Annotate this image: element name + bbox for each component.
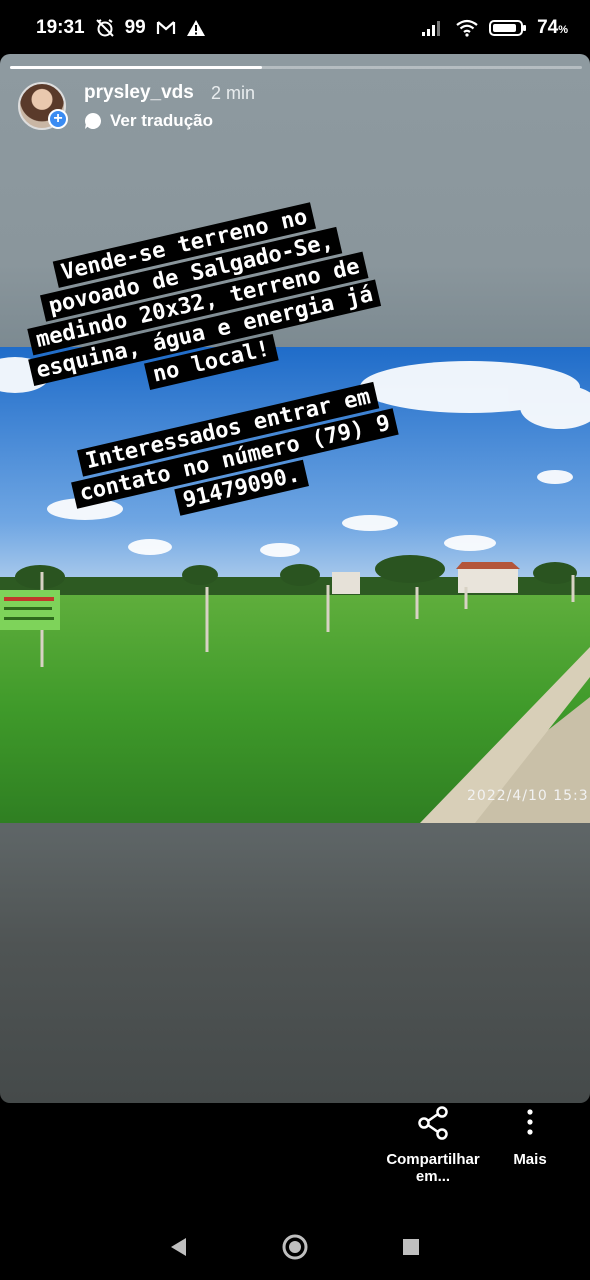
gmail-icon bbox=[156, 21, 175, 34]
back-icon[interactable] bbox=[167, 1235, 191, 1259]
notification-count: 99 bbox=[124, 17, 146, 38]
recents-icon[interactable] bbox=[399, 1235, 423, 1259]
translate-label: Ver tradução bbox=[110, 111, 213, 130]
share-button[interactable]: Compartilhar em... bbox=[378, 1103, 488, 1185]
post-time: 2 min bbox=[211, 83, 256, 103]
story-progress-bar bbox=[10, 66, 582, 69]
alarm-off-icon bbox=[95, 19, 114, 37]
username[interactable]: prysley_vds bbox=[84, 82, 194, 104]
warning-icon bbox=[186, 20, 205, 36]
more-vertical-icon bbox=[527, 1109, 533, 1135]
story-actions: Compartilhar em... Mais bbox=[0, 1103, 590, 1213]
home-icon[interactable] bbox=[281, 1233, 309, 1261]
battery-icon bbox=[489, 20, 527, 36]
translate-link[interactable]: Ver tradução bbox=[84, 111, 213, 131]
system-nav-bar bbox=[0, 1213, 590, 1280]
more-button[interactable]: Mais bbox=[500, 1103, 560, 1168]
signal-icon bbox=[422, 21, 441, 36]
status-bar: 19:31 99 74% bbox=[0, 0, 590, 56]
add-story-icon[interactable]: + bbox=[48, 109, 68, 129]
story-progress-fill bbox=[10, 66, 262, 69]
wifi-icon bbox=[456, 19, 478, 37]
more-label: Mais bbox=[513, 1151, 547, 1168]
translate-bubble-icon bbox=[84, 112, 102, 129]
clock: 19:31 bbox=[36, 17, 85, 38]
share-icon bbox=[418, 1106, 448, 1140]
battery-level: 74% bbox=[537, 17, 568, 38]
photo-timestamp: 2022/4/10 15:3 bbox=[467, 788, 589, 804]
story-viewer[interactable]: + prysley_vds 2 min Ver tradução Vende-s… bbox=[0, 54, 590, 1103]
share-label: Compartilhar em... bbox=[386, 1151, 480, 1185]
